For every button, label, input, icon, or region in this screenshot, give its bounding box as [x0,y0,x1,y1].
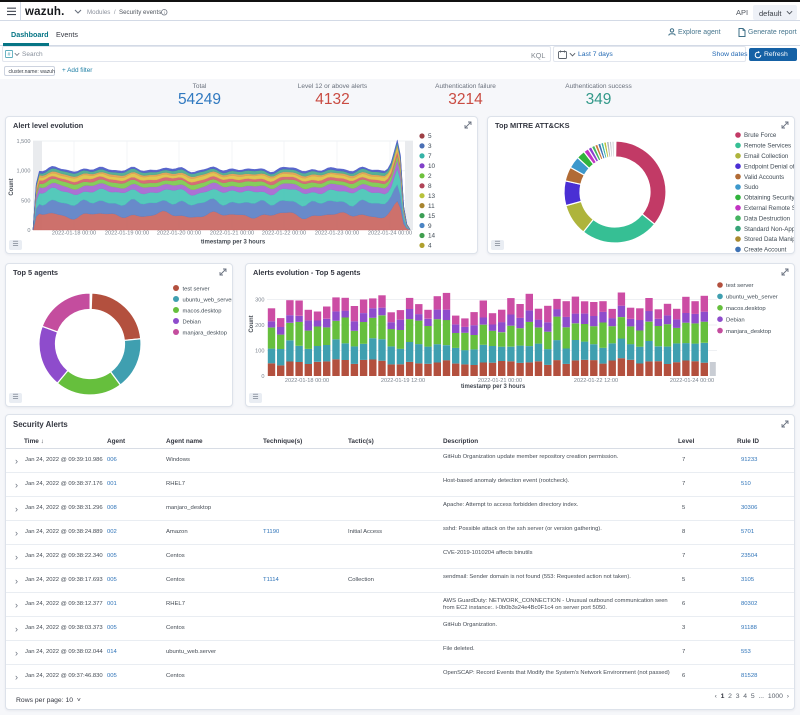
svg-text:macos.desktop: macos.desktop [183,308,222,314]
svg-text:Sudo: Sudo [744,184,759,191]
svg-text:13: 13 [428,193,436,200]
svg-text:4: 4 [428,243,432,250]
svg-text:Count: Count [9,178,15,195]
svg-text:1,000: 1,000 [17,169,31,175]
svg-text:0: 0 [27,228,30,234]
svg-text:manjara_desktop: manjara_desktop [183,330,227,336]
svg-text:#: # [8,52,11,58]
svg-text:Endpoint Denial of S...: Endpoint Denial of S... [744,163,794,170]
svg-text:3: 3 [428,143,432,150]
svg-text:timestamp per 3 hours: timestamp per 3 hours [461,384,526,390]
svg-text:0: 0 [261,374,264,380]
svg-text:Debian: Debian [726,317,745,323]
svg-text:Create Account: Create Account [744,247,787,253]
svg-text:i: i [164,10,165,15]
svg-text:test server: test server [183,286,210,292]
svg-text:200: 200 [255,323,264,329]
svg-text:9: 9 [428,223,432,230]
svg-text:ubuntu_web_server: ubuntu_web_server [726,295,778,301]
svg-text:2022-01-22 00:00: 2022-01-22 00:00 [262,231,306,237]
svg-text:2022-01-22 12:00: 2022-01-22 12:00 [574,378,618,384]
svg-text:Remote Services: Remote Services [744,143,791,150]
svg-text:100: 100 [255,349,264,355]
svg-text:2022-01-18 00:00: 2022-01-18 00:00 [285,378,329,384]
svg-text:timestamp per 3 hours: timestamp per 3 hours [201,240,266,246]
svg-text:Standard Non-Appli...: Standard Non-Appli... [744,226,794,233]
svg-text:300: 300 [255,298,264,304]
svg-text:manjara_desktop: manjara_desktop [726,329,772,335]
svg-text:Email Collection: Email Collection [744,153,789,160]
svg-text:2022-01-24 00:00: 2022-01-24 00:00 [670,378,714,384]
svg-text:ubuntu_web_server: ubuntu_web_server [183,297,233,303]
svg-text:2022-01-21 00:00: 2022-01-21 00:00 [210,231,254,237]
svg-text:Stored Data Manipu...: Stored Data Manipu... [744,236,794,243]
svg-text:2022-01-18 00:00: 2022-01-18 00:00 [52,231,96,237]
svg-text:Brute Force: Brute Force [744,132,777,139]
svg-text:Data Destruction: Data Destruction [744,215,791,222]
svg-text:macos.desktop: macos.desktop [726,306,766,312]
svg-text:Count: Count [249,315,255,332]
svg-text:Debian: Debian [183,319,201,325]
svg-text:5: 5 [428,133,432,140]
svg-text:15: 15 [428,213,436,220]
svg-text:2: 2 [428,173,432,180]
svg-text:Obtaining Security T...: Obtaining Security T... [744,195,794,202]
svg-text:14: 14 [428,233,436,240]
svg-text:test server: test server [726,283,754,289]
svg-text:7: 7 [428,153,432,160]
svg-text:2022-01-20 00:00: 2022-01-20 00:00 [157,231,201,237]
svg-text:Valid Accounts: Valid Accounts [744,174,784,181]
svg-text:External Remote Se...: External Remote Se... [744,205,794,212]
svg-text:2022-01-19 00:00: 2022-01-19 00:00 [105,231,149,237]
svg-text:500: 500 [21,198,30,204]
svg-text:8: 8 [428,183,432,190]
svg-text:10: 10 [428,163,436,170]
svg-text:2022-01-24 00:00: 2022-01-24 00:00 [368,231,412,237]
svg-text:2022-01-19 12:00: 2022-01-19 12:00 [381,378,425,384]
svg-text:1,500: 1,500 [17,139,31,145]
svg-text:11: 11 [428,203,435,210]
svg-text:2022-01-23 00:00: 2022-01-23 00:00 [315,231,359,237]
